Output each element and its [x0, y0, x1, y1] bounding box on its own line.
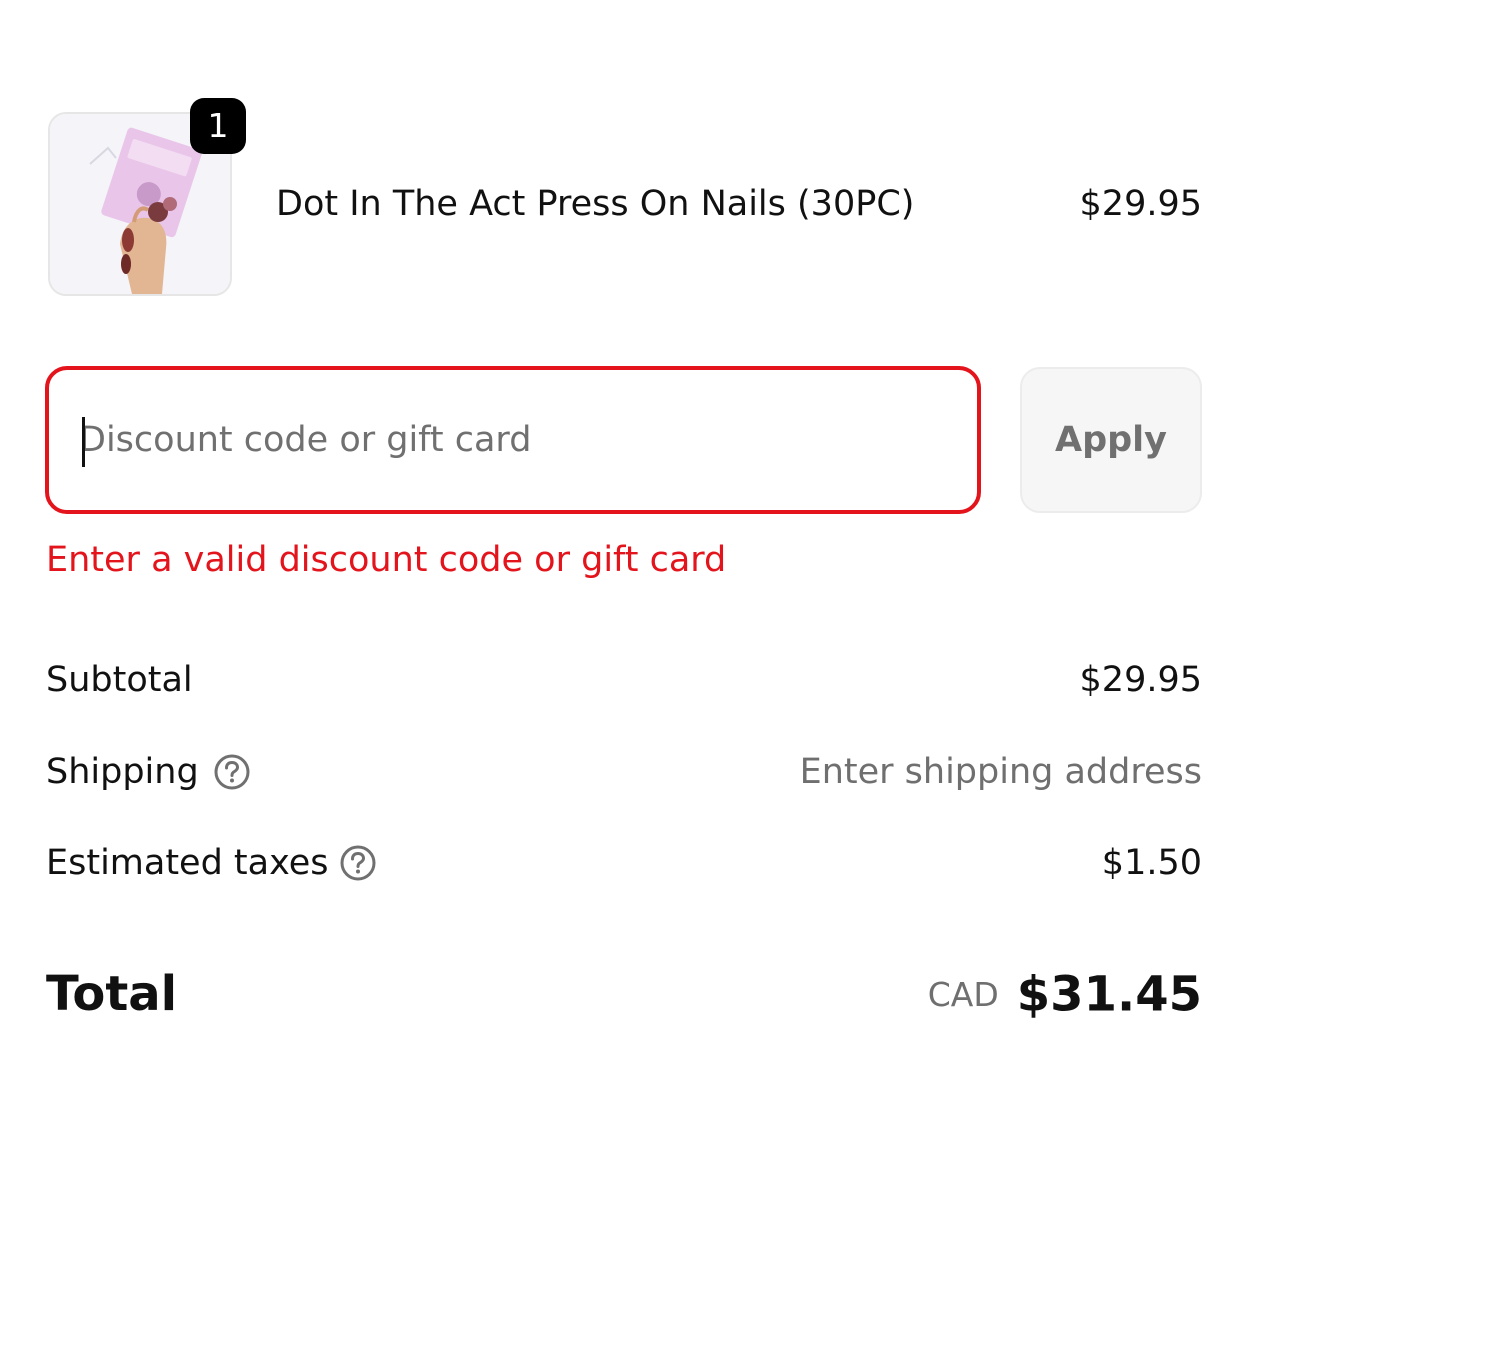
total-value: CAD $31.45: [928, 958, 1202, 1031]
total-currency: CAD: [927, 974, 999, 1014]
taxes-row: Estimated taxes $1.50: [46, 835, 1202, 891]
shipping-value: Enter shipping address: [799, 752, 1202, 792]
discount-field[interactable]: [45, 366, 981, 514]
subtotal-label: Subtotal: [46, 660, 193, 700]
taxes-help-icon[interactable]: [339, 844, 377, 882]
total-label: Total: [46, 966, 178, 1022]
discount-error-message: Enter a valid discount code or gift card: [46, 540, 727, 580]
apply-button[interactable]: Apply: [1020, 367, 1202, 513]
total-amount: $31.45: [1016, 966, 1202, 1023]
taxes-label: Estimated taxes: [46, 843, 329, 883]
taxes-value: $1.50: [1101, 843, 1202, 883]
discount-code-input[interactable]: [79, 370, 939, 510]
shipping-help-icon[interactable]: [213, 753, 251, 791]
text-cursor: [82, 417, 85, 467]
shipping-label: Shipping: [46, 752, 199, 792]
product-price: $29.95: [1079, 184, 1202, 224]
subtotal-row: Subtotal $29.95: [46, 652, 1202, 708]
total-row: Total CAD $31.45: [46, 958, 1202, 1030]
product-name: Dot In The Act Press On Nails (30PC): [276, 184, 915, 224]
shipping-row: Shipping Enter shipping address: [46, 744, 1202, 800]
quantity-badge: 1: [190, 98, 246, 154]
line-item: 1 Dot In The Act Press On Nails (30PC) $…: [48, 98, 1202, 298]
subtotal-value: $29.95: [1079, 660, 1202, 700]
